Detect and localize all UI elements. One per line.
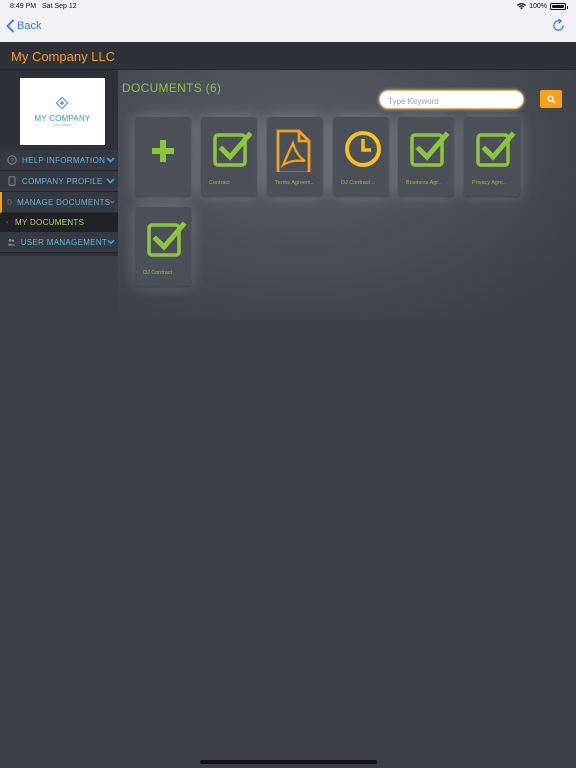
status-time: 8:49 PM: [10, 3, 37, 10]
refresh-icon[interactable]: [551, 18, 566, 33]
check-icon: [410, 131, 450, 167]
sidebar-subitem-my-documents[interactable]: › MY DOCUMENTS: [0, 213, 118, 232]
clock-icon: [345, 131, 381, 167]
battery-icon: [550, 3, 568, 10]
document-tile-dj-contract-pending[interactable]: DJ Contract ..: [333, 117, 389, 196]
battery-percent: 100%: [529, 3, 547, 10]
sidebar-item-label: COMPANY PROFILE: [22, 176, 103, 186]
home-indicator[interactable]: [200, 760, 377, 764]
sidebar-item-label: USER MANAGEMENT: [20, 237, 108, 247]
search-field[interactable]: [379, 90, 524, 110]
document-label: Contract: [209, 180, 230, 186]
logo-slogan: your slogan: [53, 123, 72, 127]
search-button[interactable]: [540, 90, 562, 108]
document-tile-dj-contract[interactable]: DJ Contract: [135, 207, 191, 286]
sidebar-item-user-management[interactable]: USER MANAGEMENT: [0, 232, 118, 253]
document-label: Privacy Agre..: [472, 180, 506, 186]
chevron-down-icon: [106, 178, 115, 184]
page-title: DOCUMENTS (6): [122, 81, 222, 95]
document-tile-business-agreement[interactable]: Business Agr..: [398, 117, 454, 196]
company-logo: MY COMPANY your slogan: [20, 78, 105, 145]
search-input[interactable]: [388, 93, 518, 110]
plus-icon: [152, 140, 174, 162]
document-tile-privacy-agreement[interactable]: Privacy Agre..: [464, 117, 520, 196]
sidebar-item-company-profile[interactable]: COMPANY PROFILE: [0, 171, 118, 192]
check-icon: [213, 131, 253, 167]
sidebar-subitem-label: MY DOCUMENTS: [15, 218, 85, 227]
sidebar-item-label: HELP INFORMATION: [22, 155, 106, 165]
chevron-left-icon: [6, 19, 15, 33]
document-label: Business Agr..: [406, 180, 441, 186]
company-title: My Company LLC: [11, 49, 116, 64]
document-tile-terms-agreement[interactable]: Terms Agreem..: [267, 117, 323, 196]
sidebar-item-label: MANAGE DOCUMENTS: [17, 197, 111, 207]
company-title-bar: My Company LLC: [0, 42, 576, 70]
wifi-icon: [517, 3, 527, 10]
logo-mark-icon: [55, 96, 69, 110]
document-label: DJ Contract: [143, 270, 173, 276]
document-tile-contract[interactable]: Contract: [201, 117, 257, 196]
users-icon: [7, 239, 16, 246]
check-icon: [476, 131, 516, 167]
navigation-bar: 8:49 PM Sat Sep 12 100% Back: [0, 0, 576, 42]
status-date: Sat Sep 12: [42, 3, 77, 10]
logo-name: MY COMPANY: [34, 114, 91, 123]
help-icon: ?: [7, 155, 17, 165]
tablet-icon: [8, 176, 16, 186]
sidebar-item-manage-documents[interactable]: MANAGE DOCUMENTS: [0, 192, 118, 213]
status-bar: 8:49 PM Sat Sep 12 100%: [0, 0, 576, 14]
pdf-icon: [276, 129, 311, 172]
bullet-icon: ›: [6, 219, 8, 226]
add-document-button[interactable]: [135, 117, 191, 196]
search-icon: [546, 94, 556, 104]
sidebar-item-help-information[interactable]: ? HELP INFORMATION: [0, 150, 118, 171]
check-icon: [147, 221, 187, 257]
back-button[interactable]: Back: [6, 19, 41, 33]
chevron-down-icon: [110, 200, 115, 204]
chevron-down-icon: [107, 239, 115, 245]
document-label: Terms Agreem..: [275, 180, 314, 186]
document-icon: [7, 199, 12, 205]
document-label: DJ Contract ..: [341, 180, 375, 186]
chevron-down-icon: [106, 157, 115, 163]
back-label: Back: [17, 20, 42, 32]
